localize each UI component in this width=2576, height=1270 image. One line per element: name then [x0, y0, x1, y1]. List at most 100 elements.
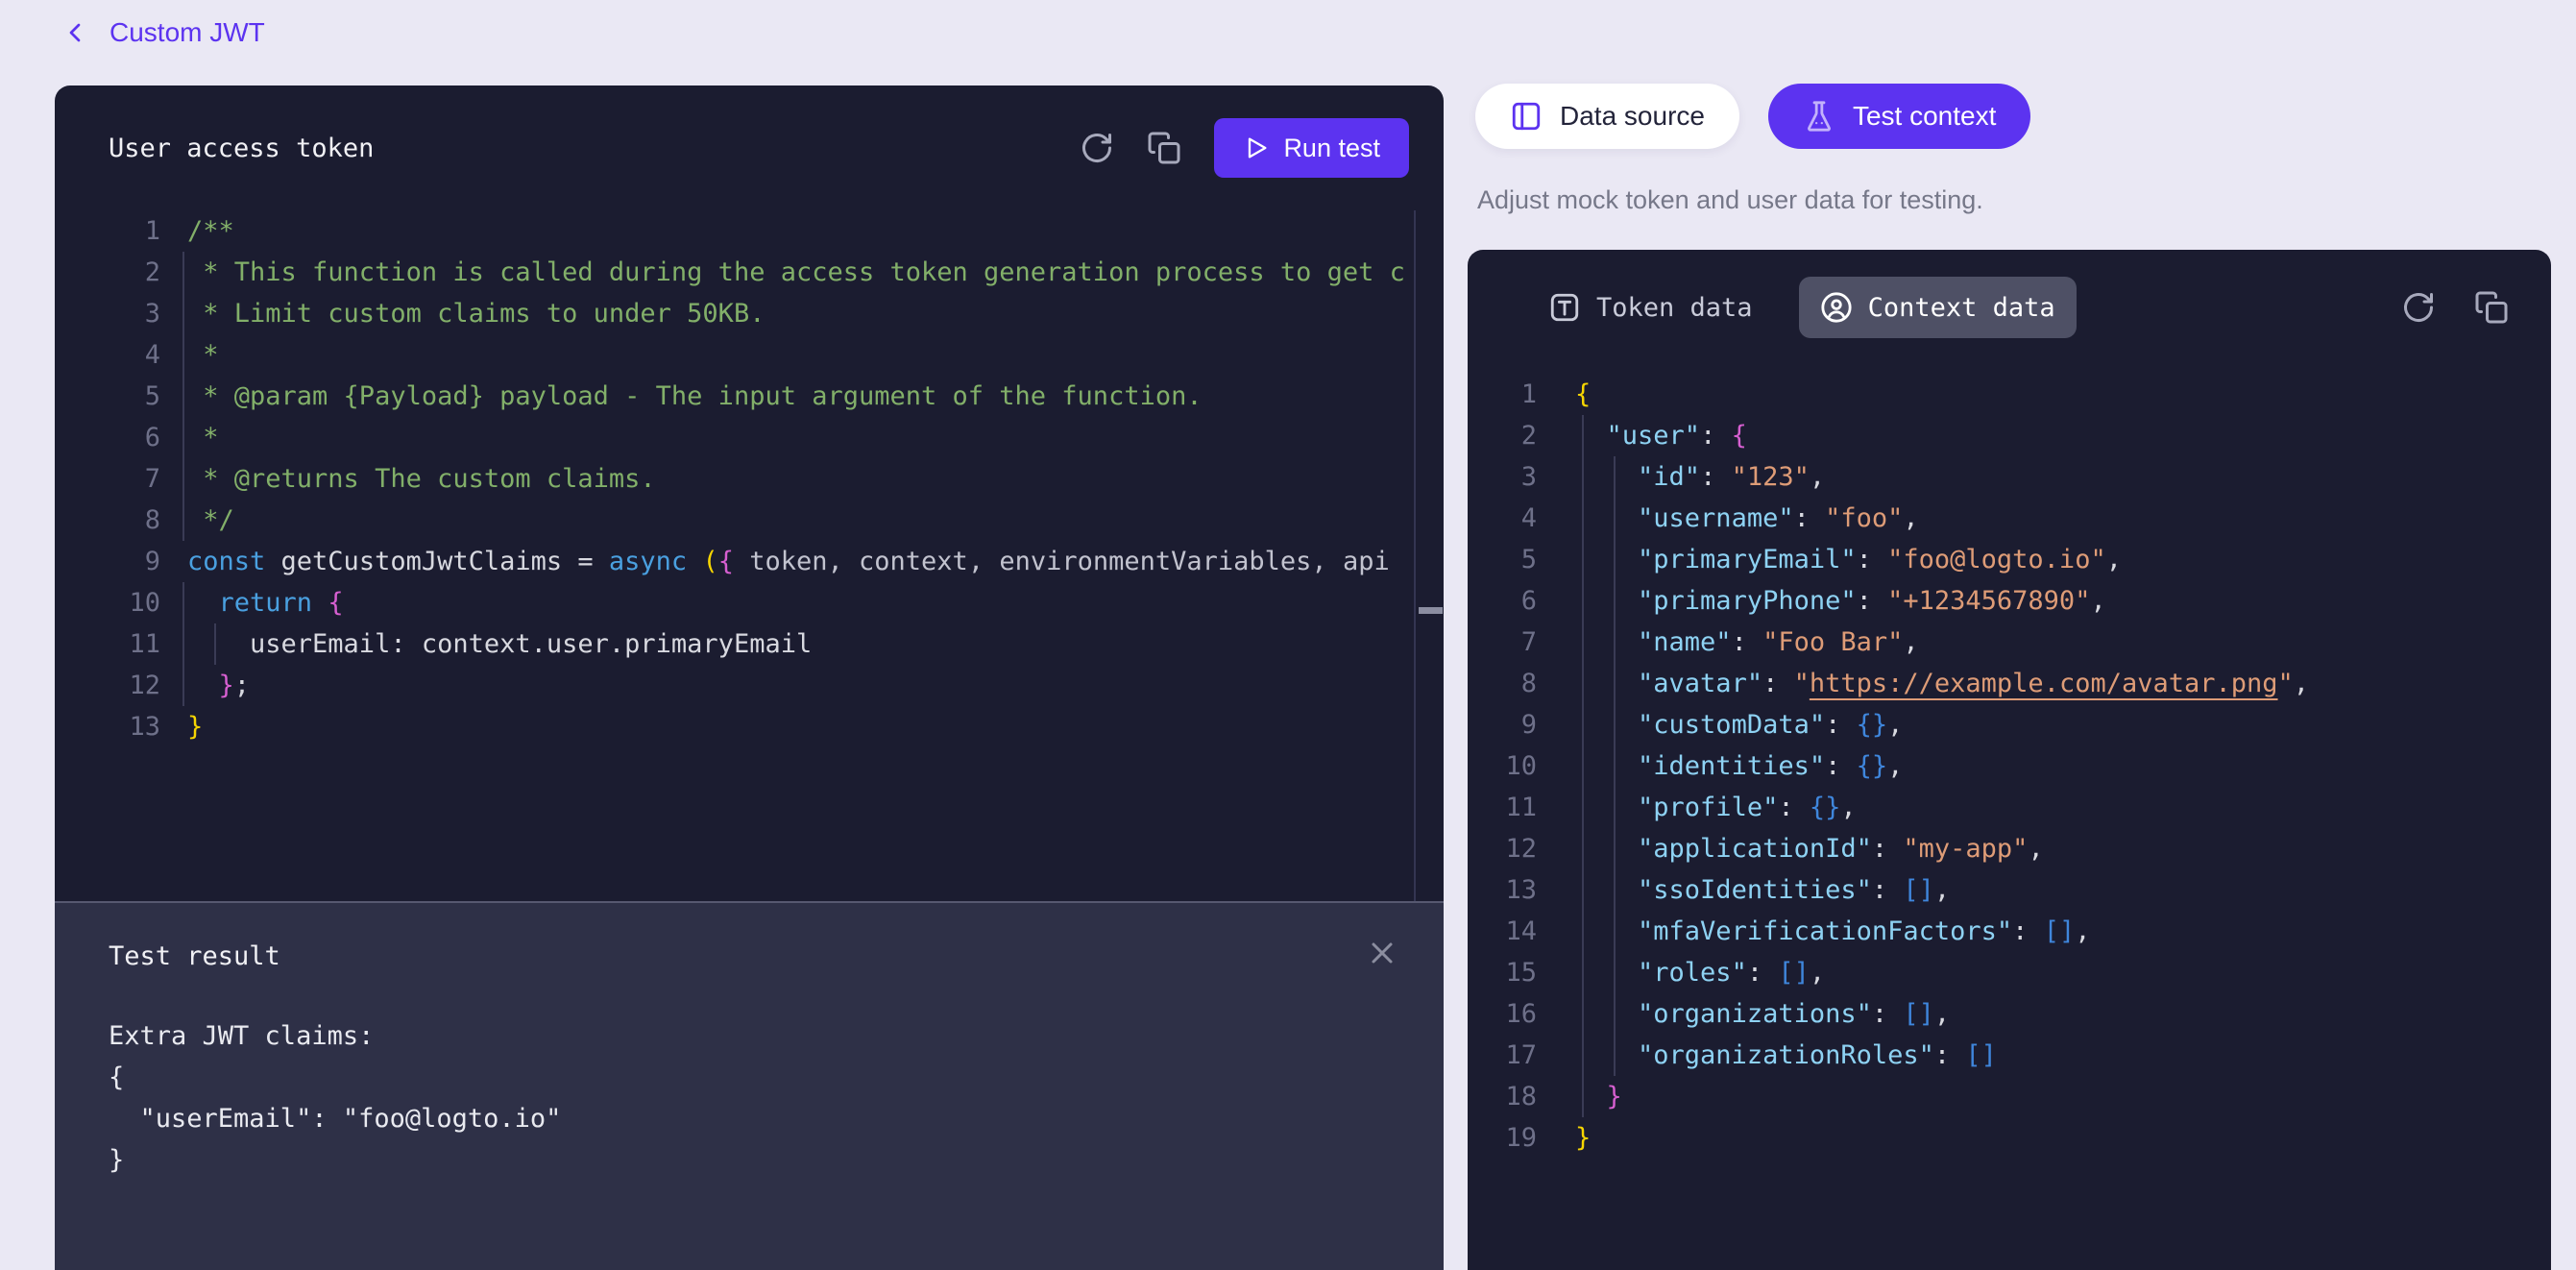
line-number: 1: [1468, 374, 1537, 415]
line-number: 7: [1468, 622, 1537, 663]
line-number: 11: [55, 623, 160, 665]
refresh-icon: [2401, 290, 2436, 325]
back-button[interactable]: Custom JWT: [60, 17, 265, 48]
line-number: 2: [55, 252, 160, 293]
line-number: 16: [1468, 993, 1537, 1035]
line-number: 3: [1468, 456, 1537, 498]
line-number: 14: [1468, 911, 1537, 952]
test-result-panel: Test result Extra JWT claims:{ "userEmai…: [55, 903, 1444, 1270]
test-context-label: Test context: [1853, 101, 1996, 132]
code-line: 4 *: [55, 334, 1444, 376]
editor-overview-ruler[interactable]: [1414, 210, 1444, 901]
data-panel-actions: [2401, 290, 2509, 325]
line-number: 5: [55, 376, 160, 417]
line-number: 17: [1468, 1035, 1537, 1076]
code-line: 2 * This function is called during the a…: [55, 252, 1444, 293]
close-icon: [1365, 936, 1399, 970]
flask-icon: [1803, 100, 1835, 133]
code-line: 6 "primaryPhone": "+1234567890",: [1468, 580, 2551, 622]
back-label: Custom JWT: [109, 17, 265, 48]
editor-title: User access token: [109, 134, 374, 163]
copy-icon: [2474, 290, 2509, 325]
line-number: 5: [1468, 539, 1537, 580]
line-number: 4: [55, 334, 160, 376]
test-result-output: Extra JWT claims:{ "userEmail": "foo@log…: [109, 1015, 1390, 1181]
editor-section: User access token: [55, 85, 1444, 901]
output-line: {: [109, 1057, 1390, 1098]
code-line: 14 "mfaVerificationFactors": [],: [1468, 911, 2551, 952]
line-number: 6: [1468, 580, 1537, 622]
breadcrumb: Custom JWT: [60, 17, 265, 48]
data-panel-header: Token data Context data: [1527, 277, 2509, 338]
line-number: 18: [1468, 1076, 1537, 1117]
editor-panel: User access token: [55, 85, 1444, 1270]
line-number: 13: [55, 706, 160, 747]
code-line: 4 "username": "foo",: [1468, 498, 2551, 539]
refresh-button[interactable]: [1080, 131, 1114, 165]
indent-guide: [182, 582, 184, 706]
data-source-button[interactable]: Data source: [1475, 84, 1739, 149]
test-result-title: Test result: [109, 941, 280, 971]
code-line: 12 "applicationId": "my-app",: [1468, 828, 2551, 869]
line-number: 6: [55, 417, 160, 458]
tab-token-data-label: Token data: [1596, 293, 1753, 323]
code-line: 16 "organizations": [],: [1468, 993, 2551, 1035]
panel-left-icon: [1510, 100, 1543, 133]
line-number: 11: [1468, 787, 1537, 828]
line-number: 10: [55, 582, 160, 623]
line-number: 15: [1468, 952, 1537, 993]
code-editor[interactable]: 1/**2 * This function is called during t…: [55, 210, 1444, 901]
run-test-button[interactable]: Run test: [1214, 118, 1409, 178]
code-line: 6 *: [55, 417, 1444, 458]
output-line: "userEmail": "foo@logto.io": [109, 1098, 1390, 1139]
code-line: 3 "id": "123",: [1468, 456, 2551, 498]
close-test-result-button[interactable]: [1365, 936, 1399, 970]
json-editor[interactable]: 1{2 "user": {3 "id": "123",4 "username":…: [1468, 374, 2551, 1159]
line-number: 13: [1468, 869, 1537, 911]
cursor-marker: [1419, 607, 1443, 614]
data-copy-button[interactable]: [2474, 290, 2509, 325]
output-line: Extra JWT claims:: [109, 1015, 1390, 1057]
code-line: 2 "user": {: [1468, 415, 2551, 456]
code-line: 1/**: [55, 210, 1444, 252]
editor-header: User access token: [55, 85, 1444, 210]
indent-guide: [1582, 415, 1584, 1117]
tab-token-data[interactable]: Token data: [1527, 277, 1774, 338]
tab-context-data-label: Context data: [1868, 293, 2055, 323]
context-description: Adjust mock token and user data for test…: [1477, 185, 1983, 215]
line-number: 8: [55, 500, 160, 541]
copy-icon: [1147, 131, 1181, 165]
data-refresh-button[interactable]: [2401, 290, 2436, 325]
boxed-t-icon: [1548, 291, 1581, 324]
code-line: 13 "ssoIdentities": [],: [1468, 869, 2551, 911]
code-line: 10 return {: [55, 582, 1444, 623]
line-number: 12: [1468, 828, 1537, 869]
line-number: 7: [55, 458, 160, 500]
code-line: 8 "avatar": "https://example.com/avatar.…: [1468, 663, 2551, 704]
indent-guide: [214, 623, 216, 665]
tab-context-data[interactable]: Context data: [1799, 277, 2077, 338]
test-context-button[interactable]: Test context: [1768, 84, 2030, 149]
code-line: 3 * Limit custom claims to under 50KB.: [55, 293, 1444, 334]
code-line: 5 * @param {Payload} payload - The input…: [55, 376, 1444, 417]
user-circle-icon: [1820, 291, 1853, 324]
code-line: 15 "roles": [],: [1468, 952, 2551, 993]
code-line: 9const getCustomJwtClaims = async ({ tok…: [55, 541, 1444, 582]
indent-guide: [1614, 456, 1616, 1076]
code-line: 19}: [1468, 1117, 2551, 1159]
line-number: 9: [55, 541, 160, 582]
data-panel: Token data Context data: [1468, 250, 2551, 1270]
code-line: 17 "organizationRoles": []: [1468, 1035, 2551, 1076]
line-number: 9: [1468, 704, 1537, 745]
run-test-label: Run test: [1283, 134, 1380, 163]
code-line: 5 "primaryEmail": "foo@logto.io",: [1468, 539, 2551, 580]
line-number: 12: [55, 665, 160, 706]
copy-button[interactable]: [1147, 131, 1181, 165]
line-number: 2: [1468, 415, 1537, 456]
context-toggle-row: Data source Test context: [1475, 84, 2030, 149]
data-tabs: Token data Context data: [1527, 277, 2077, 338]
line-number: 10: [1468, 745, 1537, 787]
line-number: 1: [55, 210, 160, 252]
code-line: 7 "name": "Foo Bar",: [1468, 622, 2551, 663]
refresh-icon: [1080, 131, 1114, 165]
